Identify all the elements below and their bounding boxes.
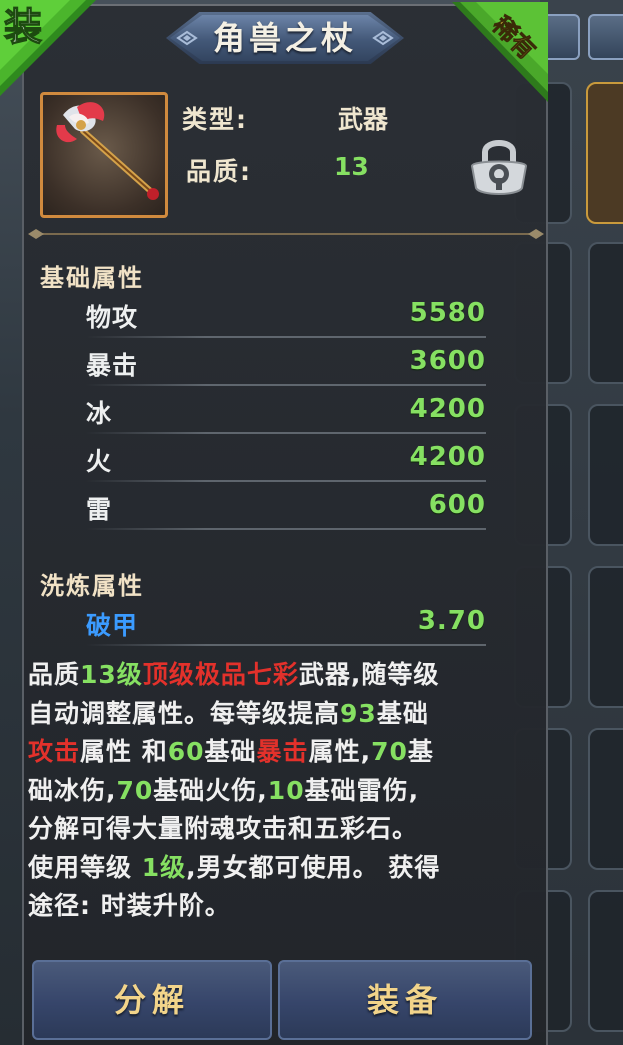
desc-text: 础冰伤, [28, 775, 117, 805]
inventory-slot[interactable] [588, 404, 623, 546]
desc-text: 基础 [376, 698, 429, 728]
stat-row: 物攻 5580 [86, 298, 486, 342]
stat-value: 5580 [409, 298, 486, 328]
decompose-button[interactable]: 分解 [32, 960, 272, 1040]
type-value: 武器 [338, 105, 389, 134]
desc-highlight: 顶级极品七彩 [142, 660, 299, 689]
description-line: 途径: 时装升阶。 [28, 887, 536, 926]
equip-badge-label: 装 [4, 5, 42, 49]
desc-text: 基础 [204, 737, 257, 766]
inventory-panel [514, 0, 623, 1045]
inventory-tab[interactable] [588, 14, 623, 60]
stat-value: 3600 [409, 346, 486, 376]
desc-text: 途径: 时装升阶。 [28, 891, 231, 920]
desc-text: 武器,随等级 [298, 660, 440, 689]
type-label: 类型: [182, 105, 248, 134]
stat-row: 火 4200 [86, 442, 486, 486]
desc-highlight: 暴击 [256, 737, 309, 766]
description-line: 础冰伤,70基础火伤,10基础雷伤, [28, 772, 536, 811]
stat-name: 雷 [86, 495, 113, 524]
equip-button[interactable]: 装备 [278, 960, 532, 1040]
inventory-slot[interactable] [588, 728, 623, 870]
description-line: 分解可得大量附魂攻击和五彩石。 [28, 810, 536, 849]
description-line: 使用等级 1级,男女都可使用。 获得 [28, 849, 536, 888]
desc-highlight: 13级 [80, 660, 143, 689]
stat-value: 4200 [409, 394, 486, 424]
stat-underline [86, 336, 486, 338]
stat-underline [86, 432, 486, 434]
quality-value: 13 [334, 152, 369, 181]
description-line: 品质13级顶级极品七彩武器,随等级 [28, 656, 536, 695]
stat-value: 4200 [409, 442, 486, 472]
desc-text: 基础雷伤, [304, 775, 420, 805]
item-description: 品质13级顶级极品七彩武器,随等级 自动调整属性。每等级提高93基础 攻击属性 … [28, 656, 536, 926]
inventory-slot[interactable] [586, 82, 623, 224]
desc-highlight: 攻击 [28, 737, 81, 766]
desc-highlight: 70 [371, 737, 408, 766]
desc-text: 分解可得大量附魂攻击和五彩石。 [28, 814, 419, 843]
desc-text: 属性 和 [80, 737, 168, 766]
stat-name: 物攻 [86, 303, 139, 332]
stat-underline [86, 528, 486, 530]
desc-text: 自动调整属性。每等级提高 [28, 698, 341, 728]
desc-highlight: 93 [340, 698, 377, 728]
description-line: 自动调整属性。每等级提高93基础 [28, 695, 536, 734]
desc-text: 基 [407, 737, 434, 766]
desc-text: 使用等级 [28, 852, 142, 882]
stat-row: 破甲 3.70 [86, 606, 486, 650]
item-title: 角兽之杖 [212, 19, 357, 57]
equip-badge: 装 [0, 0, 96, 96]
quality-label: 品质: [186, 157, 252, 186]
description-line: 攻击属性 和60基础暴击属性,70基 [28, 733, 536, 772]
desc-highlight: 10 [267, 775, 305, 805]
base-attributes-title: 基础属性 [40, 264, 144, 292]
inventory-slot[interactable] [588, 566, 623, 708]
stat-underline [86, 384, 486, 386]
desc-text: ,男女都可使用。 获得 [186, 852, 441, 882]
rarity-badge: 稀有 [452, 2, 548, 102]
refine-attributes-title: 洗炼属性 [40, 572, 144, 600]
stat-row: 冰 4200 [86, 394, 486, 438]
stat-underline [86, 644, 486, 646]
stat-underline [86, 480, 486, 482]
stat-row: 雷 600 [86, 490, 486, 534]
desc-text: 基础火伤, [153, 775, 268, 805]
refine-stat-name: 破甲 [86, 611, 139, 640]
section-divider [28, 229, 544, 239]
desc-text: 属性, [308, 737, 372, 766]
stat-value: 600 [428, 490, 486, 520]
inventory-slot[interactable] [588, 242, 623, 384]
desc-highlight: 60 [167, 737, 205, 766]
stat-name: 暴击 [86, 351, 139, 380]
stat-name: 火 [86, 447, 113, 476]
lock-icon[interactable] [468, 134, 530, 200]
stat-row: 暴击 3600 [86, 346, 486, 390]
desc-highlight: 70 [116, 775, 154, 805]
item-icon-frame [40, 92, 168, 218]
staff-icon [56, 102, 159, 200]
inventory-slot[interactable] [588, 890, 623, 1032]
refine-stat-value: 3.70 [417, 606, 486, 636]
desc-highlight: 1级 [141, 852, 187, 882]
stat-name: 冰 [86, 399, 113, 428]
desc-text: 品质 [28, 660, 81, 689]
